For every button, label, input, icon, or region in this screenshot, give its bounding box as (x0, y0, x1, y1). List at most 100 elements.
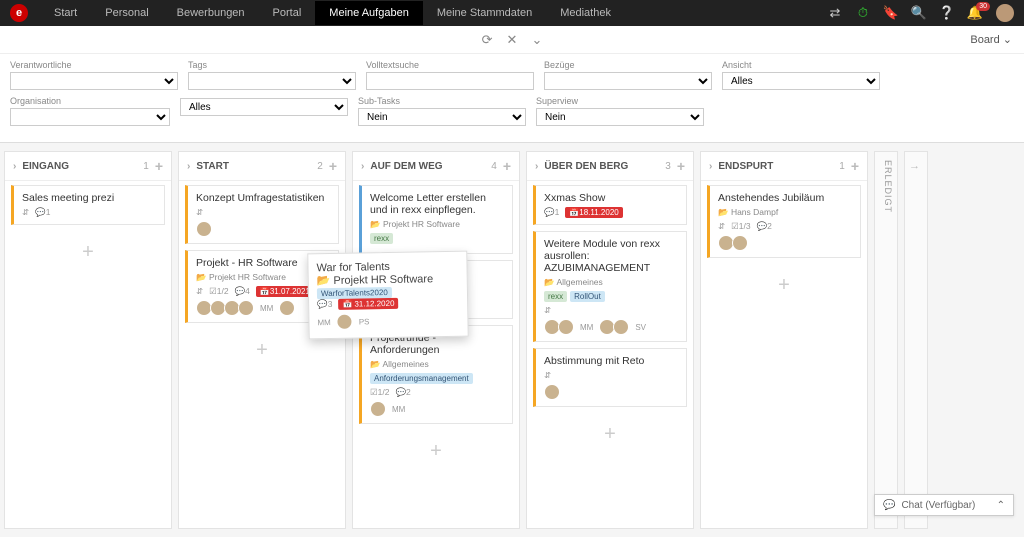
filter-label: Sub-Tasks (358, 96, 526, 106)
column-über-den-berg: › ÜBER DEN BERG 3 + Xxmas Show💬1📅18.11.2020 W… (526, 151, 694, 529)
card-tag: rexx (544, 291, 567, 302)
close-icon[interactable]: ✕ (507, 32, 518, 48)
chat-dock[interactable]: 💬 Chat (Verfügbar) ⌃ (874, 494, 1014, 516)
filter-superview[interactable]: Nein (536, 108, 704, 126)
help-icon[interactable]: ❔ (940, 6, 954, 20)
add-card-button[interactable]: + (11, 231, 165, 274)
card[interactable]: Welcome Letter erstellen und in rexx ein… (359, 185, 513, 254)
filter-tags[interactable] (188, 72, 356, 90)
card[interactable]: Projektrunde - Anforderungen📂 Allgemeine… (359, 325, 513, 424)
column-collapsed[interactable]: → (904, 151, 928, 529)
column-eingang: ›EINGANG1+Sales meeting prezi⇵💬1+ (4, 151, 172, 529)
chevron-right-icon[interactable]: › (535, 161, 538, 172)
add-card-icon[interactable]: + (677, 158, 685, 174)
view-switcher[interactable]: Board ⌄ (970, 33, 1012, 46)
filter-secondary[interactable]: Alles (180, 98, 348, 116)
nav-meine-aufgaben[interactable]: Meine Aufgaben (315, 1, 423, 25)
column-erledigt-collapsed[interactable]: ERLEDIGT (874, 151, 898, 529)
chevron-right-icon[interactable]: › (187, 161, 190, 172)
column-count: 1 (839, 161, 845, 172)
nav-personal[interactable]: Personal (91, 1, 162, 25)
dragging-card[interactable]: War for Talents 📂 Projekt HR Software Wa… (307, 251, 468, 340)
avatar (613, 319, 629, 335)
nav-meine-stammdaten[interactable]: Meine Stammdaten (423, 1, 546, 25)
nav-portal[interactable]: Portal (259, 1, 316, 25)
search-icon[interactable]: 🔍 (912, 6, 926, 20)
meta-item: 💬2 (395, 387, 410, 398)
column-count: 2 (317, 161, 323, 172)
arrow-right-icon: → (905, 152, 927, 180)
filter-sub-tasks[interactable]: Nein (358, 108, 526, 126)
card-title: Xxmas Show (544, 192, 680, 204)
column-title: ÜBER DEN BERG (544, 161, 659, 172)
avatar (558, 319, 574, 335)
app-logo[interactable]: e (10, 4, 28, 22)
filter-verantwortliche[interactable] (10, 72, 178, 90)
meta-item: 💬1 (35, 207, 50, 218)
filter-label: Organisation (10, 96, 170, 106)
kanban-board: ›EINGANG1+Sales meeting prezi⇵💬1+›START2… (0, 143, 1024, 537)
timer-icon[interactable]: ⏱ (856, 6, 870, 20)
nav-bewerbungen[interactable]: Bewerbungen (163, 1, 259, 25)
column-count: 3 (665, 161, 671, 172)
filter-ansicht[interactable]: Alles (722, 72, 880, 90)
add-card-icon[interactable]: + (329, 158, 337, 174)
nav-start[interactable]: Start (40, 1, 91, 25)
swap-icon[interactable]: ⇄ (828, 6, 842, 20)
filter-label: Tags (188, 60, 356, 70)
comments-icon: 💬3 (317, 299, 333, 310)
card[interactable]: Xxmas Show💬1📅18.11.2020 (533, 185, 687, 225)
card-title: Sales meeting prezi (22, 192, 158, 204)
bell-icon[interactable]: 🔔30 (968, 6, 982, 20)
card[interactable]: Abstimmung mit Reto⇵ (533, 348, 687, 407)
chevron-right-icon[interactable]: › (709, 161, 712, 172)
user-avatar[interactable] (996, 4, 1014, 22)
nav-mediathek[interactable]: Mediathek (546, 1, 625, 25)
column-title: EINGANG (22, 161, 137, 172)
chat-icon: 💬 (883, 500, 895, 511)
top-nav: e StartPersonalBewerbungenPortalMeine Au… (0, 0, 1024, 26)
filter-label: Volltextsuche (366, 60, 534, 70)
filter-bezüge[interactable] (544, 72, 712, 90)
filter-volltextsuche[interactable] (366, 72, 534, 90)
due-date-badge: 📅18.11.2020 (565, 207, 622, 218)
card-title: Welcome Letter erstellen und in rexx ein… (370, 192, 506, 216)
card-title: Anstehendes Jubiläum (718, 192, 854, 204)
card-tag: Anforderungsmanagement (370, 373, 473, 384)
column-title: AUF DEM WEG (370, 161, 485, 172)
refresh-icon[interactable]: ⟳ (482, 32, 493, 48)
avatar (337, 314, 353, 330)
meta-item: ☑1/2 (370, 387, 389, 398)
bookmark-icon[interactable]: 🔖 (884, 6, 898, 20)
card[interactable]: Anstehendes Jubiläum📂 Hans Dampf⇵☑1/3💬2 (707, 185, 861, 258)
expand-icon[interactable]: ⌄ (531, 32, 542, 48)
meta-item: ⇵ (22, 207, 29, 218)
meta-item: 💬4 (235, 286, 250, 297)
card[interactable]: Weitere Module von rexx ausrollen: AZUBI… (533, 231, 687, 342)
chevron-right-icon[interactable]: › (13, 161, 16, 172)
filter-organisation[interactable] (10, 108, 170, 126)
add-card-icon[interactable]: + (155, 158, 163, 174)
add-card-button[interactable]: + (707, 264, 861, 307)
card[interactable]: Konzept Umfragestatistiken⇵ (185, 185, 339, 244)
chevron-up-icon: ⌃ (997, 500, 1005, 511)
filter-label: Ansicht (722, 60, 880, 70)
filter-label: Superview (536, 96, 704, 106)
column-title: ENDSPURT (718, 161, 833, 172)
avatar (196, 221, 212, 237)
chevron-right-icon[interactable]: › (361, 161, 364, 172)
add-card-button[interactable]: + (533, 413, 687, 456)
card[interactable]: Sales meeting prezi ⇵ 💬1 (11, 185, 165, 225)
avatar (732, 235, 748, 251)
add-card-icon[interactable]: + (503, 158, 511, 174)
filter-label: Verantwortliche (10, 60, 178, 70)
avatar (370, 401, 386, 417)
avatar (544, 384, 560, 400)
add-card-icon[interactable]: + (851, 158, 859, 174)
add-card-button[interactable]: + (359, 430, 513, 473)
card-project: 📂 Allgemeines (370, 359, 506, 370)
meta-item: ⇵ (544, 305, 551, 316)
chat-label: Chat (Verfügbar) (901, 500, 975, 511)
meta-item: ☑1/2 (209, 286, 228, 297)
filter-panel: VerantwortlicheTagsVolltextsucheBezügeAn… (0, 54, 1024, 143)
